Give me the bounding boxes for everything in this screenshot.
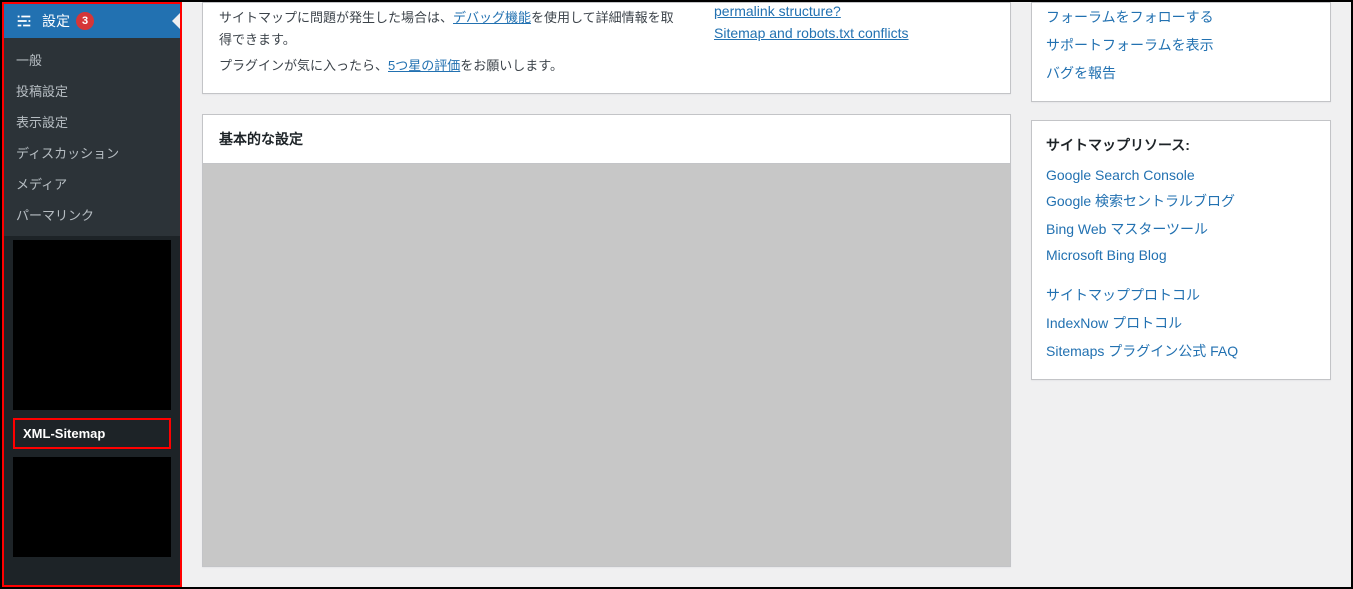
info-panel: サイトマップに問題が発生した場合は、デバッグ機能を使用して詳細情報を取得できます… (202, 2, 1011, 94)
sidebar-settings-header[interactable]: 設定 3 (4, 4, 180, 38)
resources-title: サイトマップリソース: (1046, 121, 1316, 163)
sidebar-header-label: 設定 (42, 11, 70, 31)
faq-permalink-link[interactable]: permalink structure? (714, 3, 994, 19)
submenu-general[interactable]: 一般 (4, 44, 180, 75)
sliders-icon (14, 11, 34, 31)
debug-paragraph: サイトマップに問題が発生した場合は、デバッグ機能を使用して詳細情報を取得できます… (219, 7, 674, 51)
faq-robots-link[interactable]: Sitemap and robots.txt conflicts (714, 25, 994, 41)
main-content: サイトマップに問題が発生した場合は、デバッグ機能を使用して詳細情報を取得できます… (182, 2, 1351, 587)
submenu-discussion[interactable]: ディスカッション (4, 137, 180, 168)
resources-panel: サイトマップリソース: Google Search Console Google… (1031, 120, 1331, 380)
submenu-media[interactable]: メディア (4, 168, 180, 199)
rating-link[interactable]: 5つ星の評価 (388, 58, 460, 73)
support-view-forum[interactable]: サポートフォーラムを表示 (1046, 31, 1316, 59)
admin-sidebar: 設定 3 一般 投稿設定 表示設定 ディスカッション メディア パーマリンク X… (2, 2, 182, 587)
debug-link[interactable]: デバッグ機能 (453, 10, 531, 25)
redacted-block (13, 457, 171, 557)
basic-settings-title: 基本的な設定 (203, 115, 1010, 164)
update-badge: 3 (76, 12, 94, 30)
support-report-bug[interactable]: バグを報告 (1046, 59, 1316, 87)
basic-settings-body (203, 164, 1010, 566)
submenu-permalink[interactable]: パーマリンク (4, 199, 180, 230)
resource-sitemap-protocol[interactable]: サイトマッププロトコル (1046, 281, 1316, 309)
submenu-xml-sitemap[interactable]: XML-Sitemap (13, 418, 171, 449)
support-panel: フォーラムをフォローする サポートフォーラムを表示 バグを報告 (1031, 2, 1331, 102)
chevron-left-icon (172, 13, 180, 29)
resource-indexnow[interactable]: IndexNow プロトコル (1046, 309, 1316, 337)
basic-settings-panel: 基本的な設定 (202, 114, 1011, 567)
resource-gsc[interactable]: Google Search Console (1046, 163, 1316, 187)
resource-bing-blog[interactable]: Microsoft Bing Blog (1046, 243, 1316, 267)
submenu-reading[interactable]: 表示設定 (4, 106, 180, 137)
rating-paragraph: プラグインが気に入ったら、5つ星の評価をお願いします。 (219, 55, 674, 77)
settings-submenu: 一般 投稿設定 表示設定 ディスカッション メディア パーマリンク (4, 38, 180, 236)
resource-plugin-faq[interactable]: Sitemaps プラグイン公式 FAQ (1046, 337, 1316, 365)
redacted-block (13, 240, 171, 410)
resource-google-blog[interactable]: Google 検索セントラルブログ (1046, 187, 1316, 215)
support-follow-forum[interactable]: フォーラムをフォローする (1046, 3, 1316, 31)
submenu-writing[interactable]: 投稿設定 (4, 75, 180, 106)
resource-bing-webmaster[interactable]: Bing Web マスターツール (1046, 215, 1316, 243)
